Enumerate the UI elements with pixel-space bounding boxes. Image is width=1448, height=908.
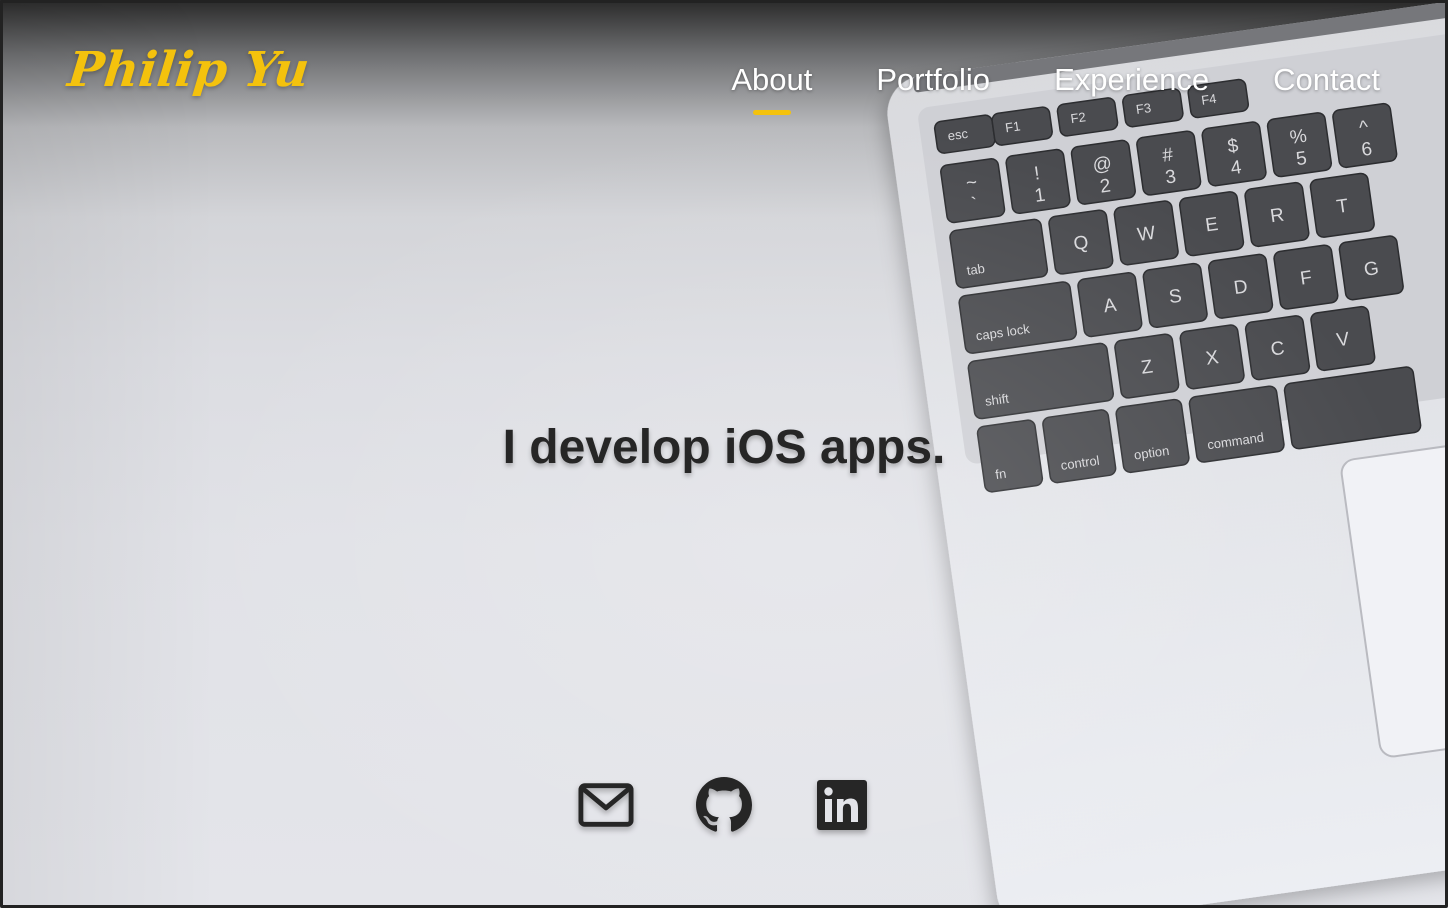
svg-text:@: @ [1091, 153, 1113, 176]
svg-text:%: % [1289, 126, 1309, 149]
nav-portfolio[interactable]: Portfolio [876, 62, 990, 98]
keyboard-key: Q [1048, 209, 1114, 275]
svg-text:Q: Q [1072, 232, 1090, 255]
keyboard-key: F [1273, 244, 1339, 310]
keyboard-key: W [1113, 200, 1179, 266]
svg-text:C: C [1269, 338, 1286, 361]
linkedin-link[interactable] [814, 776, 870, 834]
github-link[interactable] [696, 776, 752, 834]
svg-text:R: R [1269, 205, 1286, 228]
email-link[interactable] [578, 776, 634, 834]
linkedin-icon [817, 780, 867, 830]
svg-text:tab: tab [966, 261, 986, 278]
svg-text:F1: F1 [1004, 118, 1021, 135]
keyboard-key: Z [1114, 333, 1180, 399]
social-links [0, 776, 1448, 834]
nav-about[interactable]: About [731, 62, 812, 98]
nav-contact[interactable]: Contact [1273, 62, 1380, 98]
keyboard-key: ~` [940, 158, 1006, 224]
svg-text:W: W [1136, 223, 1157, 246]
keyboard-key: R [1244, 181, 1310, 248]
keyboard-key: !1 [1005, 148, 1071, 215]
svg-text:F3: F3 [1135, 100, 1152, 117]
keyboard-key: S [1142, 262, 1208, 329]
github-icon [696, 777, 752, 832]
svg-text:G: G [1363, 258, 1381, 281]
keyboard-key: G [1338, 235, 1404, 301]
svg-text:esc: esc [947, 126, 970, 144]
svg-text:D: D [1233, 276, 1250, 299]
keyboard-key: #3 [1136, 130, 1202, 196]
keyboard-key: tab [949, 218, 1049, 289]
hero-headline: I develop iOS apps. [502, 421, 946, 474]
keyboard-key: %5 [1266, 112, 1333, 178]
keyboard-key: T [1309, 172, 1375, 238]
keyboard-key: C [1244, 315, 1311, 381]
keyboard-key: A [1077, 272, 1143, 338]
site-logo[interactable]: Philip Yu [65, 42, 312, 98]
keyboard-key: @2 [1070, 139, 1136, 205]
keyboard-key: $4 [1201, 121, 1267, 187]
keyboard-key: V [1310, 305, 1376, 372]
keyboard-key: D [1207, 253, 1274, 319]
keyboard-key: E [1178, 191, 1245, 257]
svg-text:F2: F2 [1070, 109, 1087, 126]
envelope-icon [578, 783, 634, 827]
keyboard-key: ^6 [1332, 102, 1398, 169]
nav-experience[interactable]: Experience [1054, 62, 1209, 98]
keyboard-key: X [1179, 324, 1245, 390]
main-nav: About Portfolio Experience Contact [731, 62, 1380, 98]
